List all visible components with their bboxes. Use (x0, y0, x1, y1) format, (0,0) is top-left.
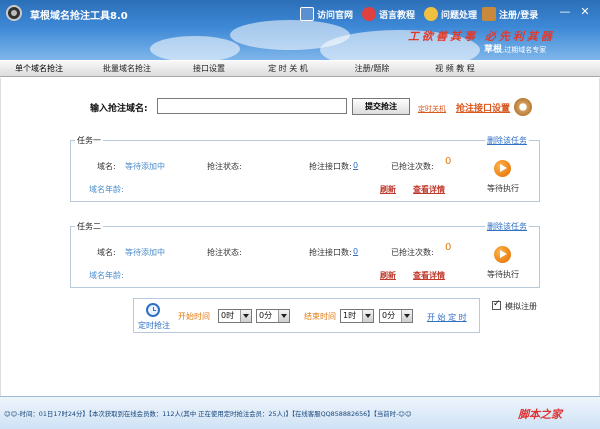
gear-icon[interactable] (514, 98, 532, 116)
status-label: 抢注状态: (207, 162, 242, 171)
help-label: 问题处理 (441, 10, 478, 21)
start-timer-button[interactable]: 开 始 定 时 (427, 312, 467, 323)
delete-task-button[interactable]: 删除该任务 (485, 135, 529, 146)
cloud-decoration (150, 36, 240, 60)
domain-age-label: 域名年龄: (89, 271, 124, 280)
start-hour-value: 0时 (221, 311, 235, 320)
simulate-register-checkbox[interactable] (492, 299, 501, 310)
nav-video-tutorial[interactable]: 视 频 教 程 (410, 61, 500, 77)
chevron-down-icon (401, 310, 412, 322)
task-panel-2: 任务二 删除该任务 域名: 等待添加中 抢注状态: 抢注接口数: 0 已抢注次数… (70, 221, 540, 288)
brand-name: 草根 (484, 45, 503, 55)
simulate-register-label: 模拟注册 (505, 302, 537, 311)
status-label: 抢注状态: (207, 248, 242, 257)
task-state: 等待执行 (487, 270, 519, 279)
task-title: 任务一 (75, 135, 103, 146)
end-time-label: 结束时间 (304, 312, 336, 321)
view-details-link[interactable]: 查看详情 (413, 270, 445, 281)
delete-task-button[interactable]: 删除该任务 (485, 221, 529, 232)
status-bar: ☺☺-时间：01日17时24分】【本次获取到在线会员数：112人(其中 正在使用… (0, 396, 600, 429)
task-panel-1: 任务一 删除该任务 域名: 等待添加中 抢注状态: 抢注接口数: 0 已抢注次数… (70, 135, 540, 202)
timer-panel: 定时抢注 开始时间 0时 0分 结束时间 1时 0分 开 始 定 时 (133, 298, 480, 333)
help-link[interactable]: 问题处理 (424, 7, 477, 21)
domain-input[interactable] (157, 98, 347, 114)
domain-label: 域名: (97, 162, 116, 171)
nav-single-domain[interactable]: 单个域名抢注 (0, 61, 78, 77)
nav-register[interactable]: 注册/题除 (334, 61, 410, 77)
chevron-down-icon (278, 310, 289, 322)
domain-input-label: 输入抢注域名: (90, 104, 148, 114)
attempts-label: 已抢注次数: (391, 248, 434, 257)
end-hour-select[interactable]: 1时 (340, 309, 374, 323)
chevron-down-icon (362, 310, 373, 322)
tutorial-label: 语言教程 (379, 10, 416, 21)
login-label: 注册/登录 (499, 10, 539, 21)
home-icon (300, 7, 314, 21)
minimize-button[interactable]: — (558, 5, 572, 18)
task-title: 任务二 (75, 221, 103, 232)
clock-icon (146, 303, 160, 317)
domain-value: 等待添加中 (125, 248, 165, 257)
attempts-count: 0 (445, 156, 452, 167)
nav-timed-shutdown[interactable]: 定 时 关 机 (242, 61, 334, 77)
refresh-link[interactable]: 刷新 (380, 270, 396, 281)
visit-site-link[interactable]: 访问官网 (300, 7, 353, 21)
close-button[interactable]: ✕ (578, 5, 592, 18)
music-note-icon (362, 7, 376, 21)
api-settings-link[interactable]: 抢注接口设置 (456, 101, 510, 114)
nav-api-settings[interactable]: 接口设置 (176, 61, 242, 77)
domain-value: 等待添加中 (125, 162, 165, 171)
task-state: 等待执行 (487, 184, 519, 193)
user-icon (482, 7, 496, 21)
submit-grab-button[interactable]: 提交抢注 (352, 98, 410, 115)
api-count-label: 抢注接口数: (309, 248, 352, 257)
brand: 草根,过期域名专家 (484, 42, 546, 55)
window-title: 草根域名抢注工具8.0 (30, 11, 128, 22)
refresh-link[interactable]: 刷新 (380, 184, 396, 195)
watermark: 脚本之家 (518, 408, 562, 421)
title-bar: 草根域名抢注工具8.0 访问官网 语言教程 问题处理 注册/登录 — ✕ 工欲善… (0, 0, 600, 60)
domain-age-label: 域名年龄: (89, 185, 124, 194)
domain-label: 域名: (97, 248, 116, 257)
view-details-link[interactable]: 查看详情 (413, 184, 445, 195)
app-logo-icon (6, 5, 22, 21)
main-nav: 单个域名抢注 批量域名抢注 接口设置 定 时 关 机 注册/题除 视 频 教 程 (0, 60, 600, 77)
start-minute-value: 0分 (259, 311, 273, 320)
end-hour-value: 1时 (343, 311, 357, 320)
play-icon[interactable] (494, 246, 511, 263)
login-link[interactable]: 注册/登录 (482, 7, 538, 21)
status-text: ☺☺-时间：01日17时24分】【本次获取到在线会员数：112人(其中 正在使用… (4, 410, 412, 418)
visit-site-label: 访问官网 (317, 10, 354, 21)
play-icon[interactable] (494, 160, 511, 177)
start-hour-select[interactable]: 0时 (218, 309, 252, 323)
tutorial-link[interactable]: 语言教程 (362, 7, 415, 21)
end-minute-value: 0分 (382, 311, 396, 320)
brand-tagline: ,过期域名专家 (502, 46, 547, 54)
attempts-label: 已抢注次数: (391, 162, 434, 171)
start-time-label: 开始时间 (178, 312, 210, 321)
nav-batch-domain[interactable]: 批量域名抢注 (78, 61, 176, 77)
api-count[interactable]: 0 (353, 247, 358, 256)
timer-label: 定时抢注 (138, 321, 170, 330)
attempts-count: 0 (445, 242, 452, 253)
timed-shutdown-link[interactable]: 定时关机 (418, 104, 446, 114)
api-count[interactable]: 0 (353, 161, 358, 170)
end-minute-select[interactable]: 0分 (379, 309, 413, 323)
api-count-label: 抢注接口数: (309, 162, 352, 171)
start-minute-select[interactable]: 0分 (256, 309, 290, 323)
help-icon (424, 7, 438, 21)
chevron-down-icon (240, 310, 251, 322)
